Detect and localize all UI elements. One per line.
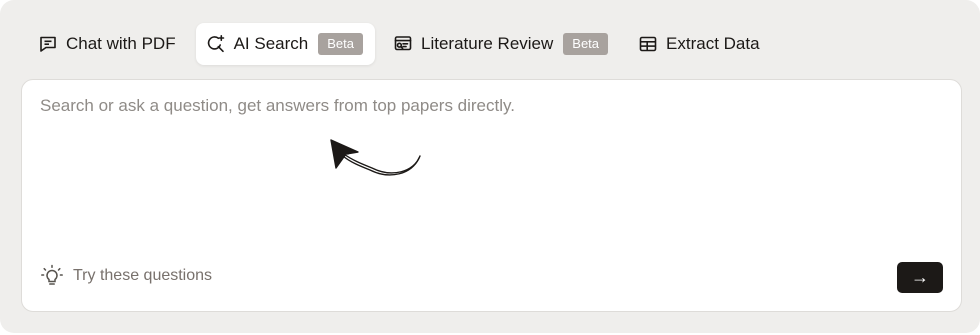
search-panel: Chat with PDF AI Search Beta Literature …	[0, 0, 980, 333]
tab-label: AI Search	[233, 34, 309, 53]
mode-tabs: Chat with PDF AI Search Beta Literature …	[28, 23, 772, 65]
search-input[interactable]	[40, 96, 920, 246]
tab-label: Extract Data	[666, 34, 760, 53]
tab-literature-review[interactable]: Literature Review Beta	[383, 23, 620, 65]
search-card: Try these questions →	[21, 79, 962, 312]
chat-icon	[38, 34, 58, 54]
arrow-right-icon: →	[911, 267, 929, 287]
tab-ai-search[interactable]: AI Search Beta	[195, 23, 375, 65]
lightbulb-icon	[40, 264, 64, 288]
tab-chat-with-pdf[interactable]: Chat with PDF	[28, 23, 188, 65]
try-questions-button[interactable]: Try these questions	[40, 264, 212, 288]
beta-badge: Beta	[318, 33, 363, 55]
hand-drawn-arrow-icon	[330, 139, 421, 176]
literature-review-icon	[393, 34, 413, 54]
try-questions-label: Try these questions	[73, 267, 213, 284]
tab-label: Chat with PDF	[66, 34, 176, 53]
ai-search-icon	[206, 34, 226, 54]
beta-badge: Beta	[563, 33, 609, 55]
table-icon	[638, 34, 658, 54]
submit-button[interactable]: →	[897, 262, 943, 293]
tab-extract-data[interactable]: Extract Data	[628, 23, 772, 65]
tab-label: Literature Review	[421, 34, 554, 53]
